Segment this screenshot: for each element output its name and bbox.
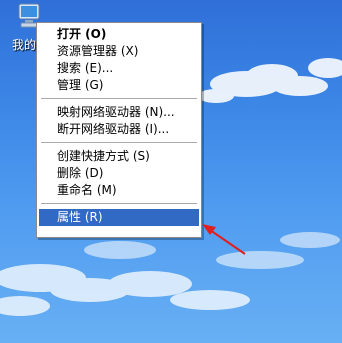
desktop-background: 我的 打开 (O) 资源管理器 (X) 搜索 (E)... 管理 (G) 映射网… [0, 0, 342, 343]
pointer-arrow-annotation [202, 224, 246, 255]
